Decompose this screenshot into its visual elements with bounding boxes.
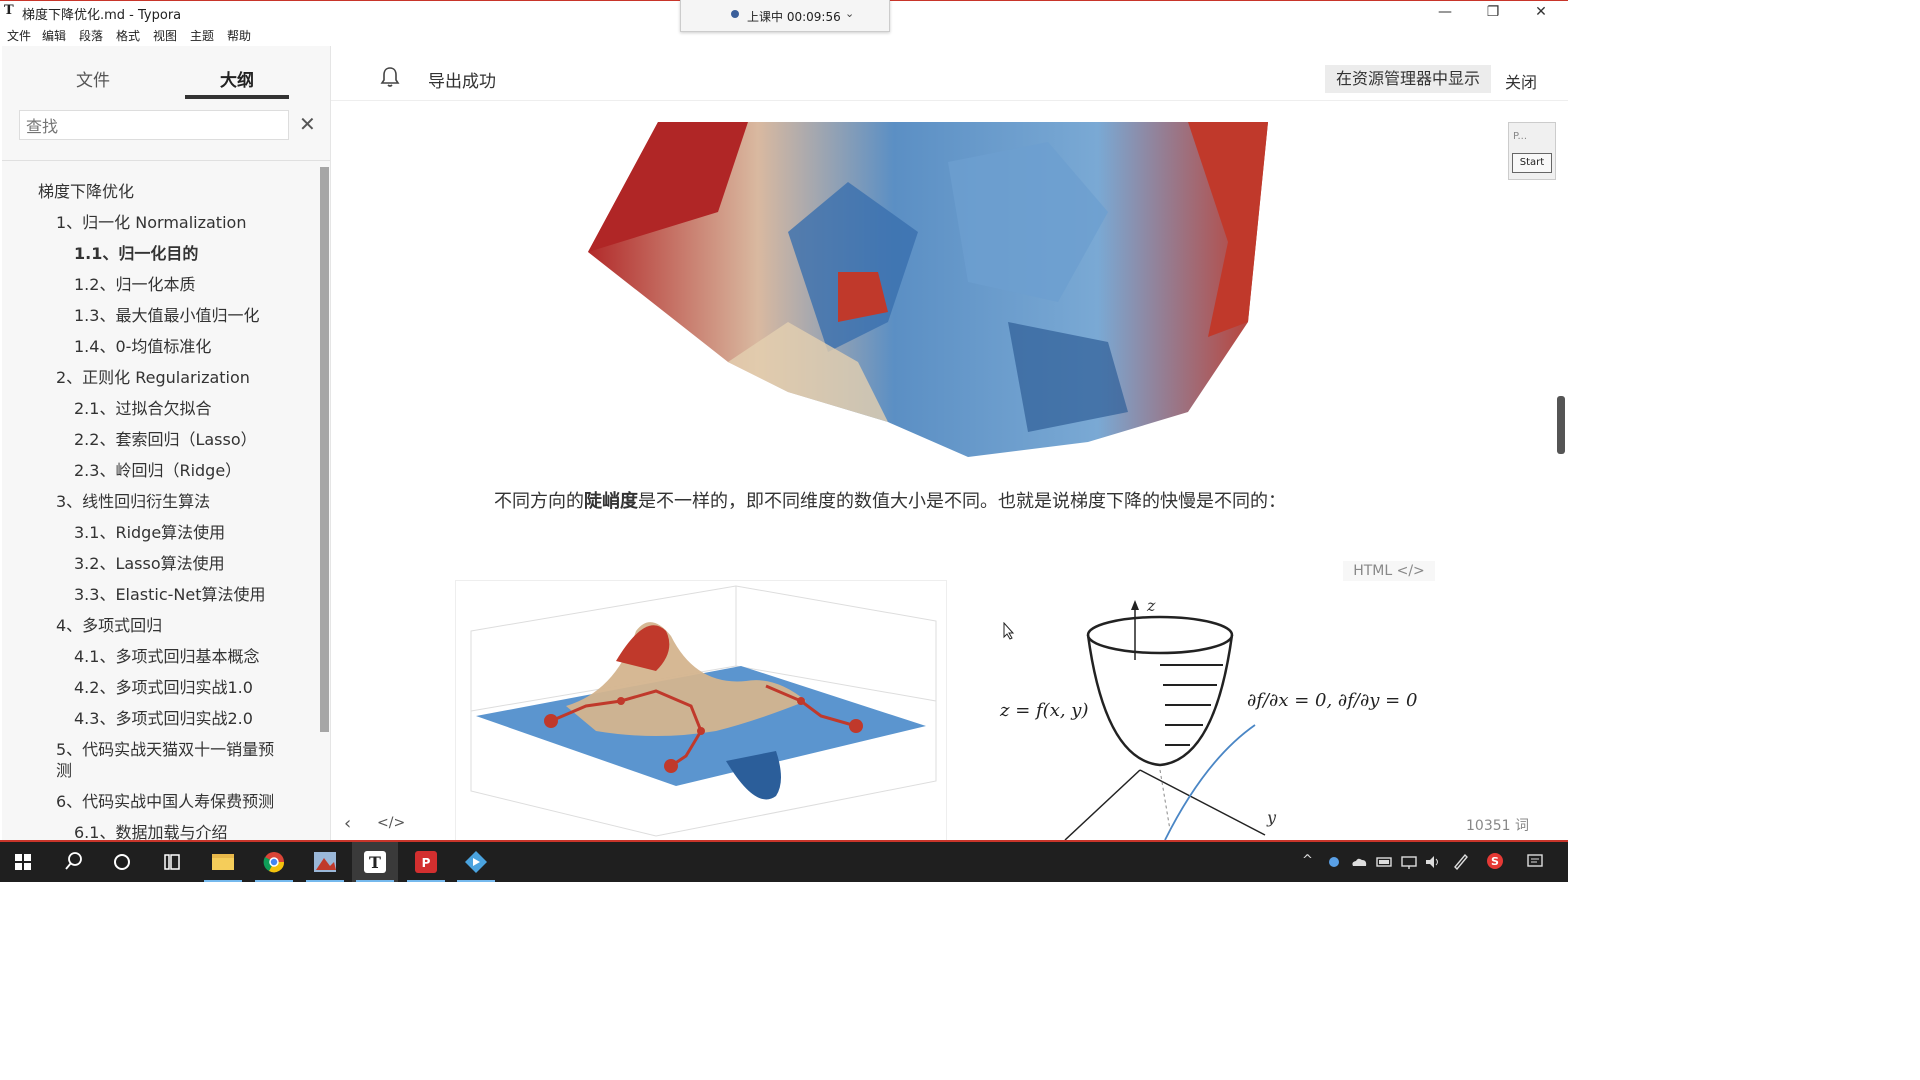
battery-icon[interactable] [1376, 854, 1394, 873]
menu-paragraph[interactable]: 段落 [79, 27, 103, 44]
outline-item-wrap[interactable]: 测 [56, 757, 72, 781]
volume-icon[interactable] [1424, 854, 1442, 873]
outline-item[interactable]: 1、归一化 Normalization [56, 209, 246, 233]
cortana-icon[interactable] [99, 842, 145, 882]
minimize-button[interactable]: — [1422, 2, 1468, 22]
chevron-left-icon[interactable]: ‹ [344, 813, 351, 834]
menu-file[interactable]: 文件 [7, 27, 31, 44]
svg-text:S: S [1491, 855, 1499, 868]
file-explorer-icon[interactable] [200, 842, 246, 882]
menu-view[interactable]: 视图 [153, 27, 177, 44]
onedrive-icon[interactable] [1350, 854, 1368, 873]
divider [331, 100, 1568, 101]
sogou-ime-icon[interactable]: S [1486, 852, 1504, 874]
outline-item[interactable]: 1.4、0-均值标准化 [74, 333, 211, 357]
content-paragraph: 不同方向的陡峭度是不一样的，即不同维度的数值大小是不同。也就是说梯度下降的快慢是… [494, 487, 1286, 513]
outline-item[interactable]: 梯度下降优化 [38, 178, 134, 202]
outline-item[interactable]: 3.2、Lasso算法使用 [74, 550, 225, 574]
chrome-icon[interactable] [251, 842, 297, 882]
tab-outline[interactable]: 大纲 [220, 66, 254, 91]
menu-format[interactable]: 格式 [116, 27, 140, 44]
outline-item[interactable]: 3、线性回归衍生算法 [56, 488, 210, 512]
network-icon[interactable] [1400, 854, 1418, 873]
formula-z: z = f(x, y) [1000, 700, 1089, 721]
outline-item[interactable]: 2.3、岭回归（Ridge） [74, 457, 241, 481]
pdf-app-icon[interactable]: P [403, 842, 449, 882]
maximize-button[interactable]: ❐ [1470, 2, 1516, 22]
export-success-message: 导出成功 [428, 72, 496, 92]
recording-status: 上课中 00:09:56 [747, 10, 841, 24]
svg-text:T: T [369, 853, 381, 872]
outline-item[interactable]: 2、正则化 Regularization [56, 364, 250, 388]
editor-scrollbar[interactable] [1557, 396, 1565, 454]
outline-item[interactable]: 4.3、多项式回归实战2.0 [74, 705, 253, 729]
close-notice-button[interactable]: 关闭 [1505, 69, 1537, 93]
pen-icon[interactable] [1452, 852, 1470, 874]
outline-item[interactable]: 2.2、套索回归（Lasso） [74, 426, 257, 450]
para-text: 是不一样的，即不同维度的数值大小是不同。也就是说梯度下降的快慢是不同的： [638, 491, 1286, 512]
typora-taskbar-icon[interactable]: T [352, 842, 398, 882]
formula-partials: ∂f/∂x = 0, ∂f/∂y = 0 [1247, 690, 1418, 711]
para-text: 不同方向的 [494, 491, 584, 512]
outline-item-active[interactable]: 1.1、归一化目的 [74, 240, 198, 264]
chevron-down-icon[interactable]: ⌄ [845, 7, 854, 20]
sidebar-scrollbar[interactable] [320, 167, 329, 732]
bell-icon [380, 66, 400, 92]
app-diamond-icon[interactable] [453, 842, 499, 882]
windows-start-icon[interactable] [0, 842, 46, 882]
outline-item[interactable]: 4、多项式回归 [56, 612, 162, 636]
mini-panel-label: P... [1513, 131, 1528, 142]
tray-app-icon[interactable] [1326, 853, 1342, 873]
task-view-icon[interactable] [148, 842, 194, 882]
outline-item[interactable]: 5、代码实战天猫双十一销量预 [56, 736, 274, 760]
outline-item[interactable]: 1.2、归一化本质 [74, 271, 195, 295]
outline-search[interactable] [19, 110, 289, 140]
outline-item[interactable]: 6、代码实战中国人寿保费预测 [56, 788, 274, 812]
image-app-icon[interactable] [302, 842, 348, 882]
close-search-icon[interactable]: ✕ [299, 112, 316, 136]
loss-landscape-image [588, 122, 1268, 457]
typora-app-icon: T [4, 3, 14, 18]
y-axis-label: y [1267, 808, 1277, 827]
recording-dot-icon [731, 10, 739, 18]
menu-help[interactable]: 帮助 [227, 27, 251, 44]
html-block-badge[interactable]: HTML </> [1343, 561, 1435, 581]
outline-item[interactable]: 3.3、Elastic-Net算法使用 [74, 581, 266, 605]
divider [2, 160, 330, 161]
outline-item[interactable]: 1.3、最大值最小值归一化 [74, 302, 259, 326]
source-mode-toggle[interactable]: </> [377, 815, 405, 831]
outline-item[interactable]: 2.1、过拟合欠拟合 [74, 395, 211, 419]
active-tab-indicator [185, 95, 289, 99]
menu-theme[interactable]: 主题 [190, 27, 214, 44]
outline-item[interactable]: 4.2、多项式回归实战1.0 [74, 674, 253, 698]
notification-center-icon[interactable] [1526, 852, 1544, 874]
outline-item[interactable]: 3.1、Ridge算法使用 [74, 519, 225, 543]
gradient-descent-surface-image [455, 580, 947, 842]
tray-chevron-up-icon[interactable]: ^ [1302, 853, 1313, 868]
start-button[interactable]: Start [1512, 153, 1552, 173]
mouse-cursor-icon [1003, 621, 1015, 644]
z-axis-label: z [1147, 596, 1156, 615]
convex-function-diagram: z y z = f(x, y) ∂f/∂x = 0, ∂f/∂y = 0 [985, 590, 1425, 841]
search-icon[interactable] [50, 842, 96, 882]
svg-text:P: P [422, 856, 431, 870]
menu-edit[interactable]: 编辑 [42, 27, 66, 44]
para-bold: 陡峭度 [584, 491, 638, 512]
reveal-in-explorer-button[interactable]: 在资源管理器中显示 [1325, 65, 1491, 93]
tab-files[interactable]: 文件 [76, 66, 110, 91]
word-count[interactable]: 10351 词 [1466, 815, 1529, 835]
close-window-button[interactable]: ✕ [1518, 2, 1564, 22]
recording-indicator[interactable]: 上课中 00:09:56 ⌄ [680, 0, 890, 32]
search-input[interactable] [24, 114, 286, 138]
window-title: 梯度下降优化.md - Typora [22, 8, 182, 23]
outline-item[interactable]: 4.1、多项式回归基本概念 [74, 643, 259, 667]
